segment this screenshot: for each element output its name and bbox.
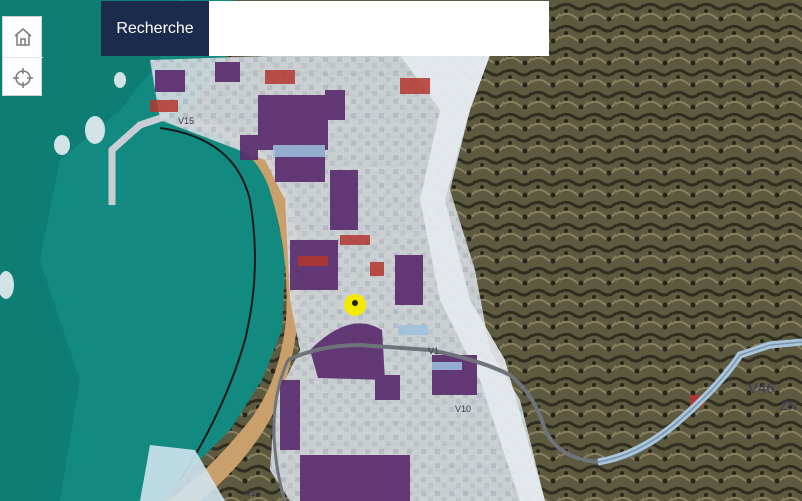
map-label-v13: V13 (245, 488, 261, 498)
search-input[interactable] (209, 1, 549, 56)
map-label-v1: V1 (428, 346, 439, 356)
map-canvas[interactable]: V15 V1 V10 V13 V46 ZN (0, 0, 802, 501)
home-button[interactable] (3, 17, 43, 57)
locate-button[interactable] (3, 57, 43, 98)
crosshair-icon (13, 68, 33, 88)
map-label-v46: V46 (748, 380, 775, 397)
home-icon (14, 28, 32, 46)
location-marker[interactable] (344, 294, 366, 316)
search-bar: Recherche (101, 1, 549, 56)
map-label-v10: V10 (455, 404, 471, 414)
map-controls (2, 16, 43, 98)
map-label-v15: V15 (178, 116, 194, 126)
map-label-zn: ZN (780, 398, 797, 413)
search-tab[interactable]: Recherche (101, 1, 209, 56)
